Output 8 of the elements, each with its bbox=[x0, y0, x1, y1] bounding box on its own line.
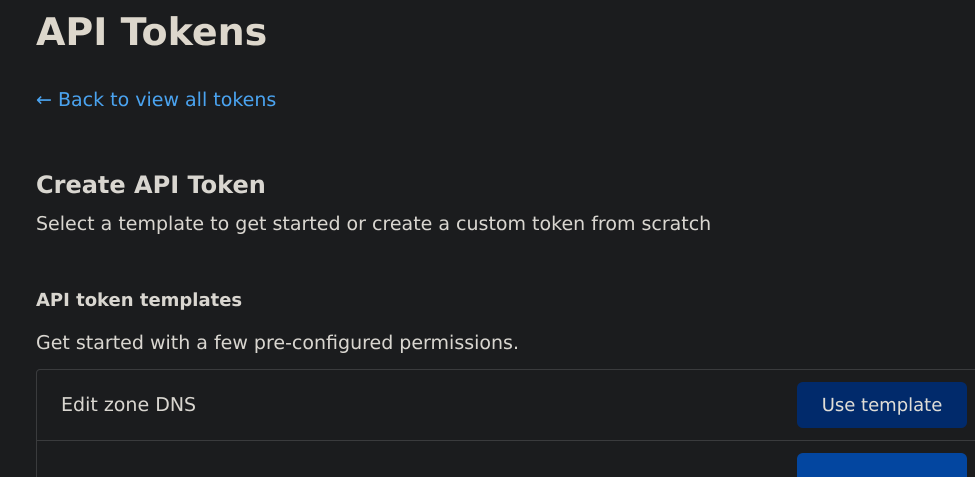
page-title: API Tokens bbox=[36, 9, 268, 56]
template-name: Edit zone DNS bbox=[61, 394, 196, 416]
use-template-button[interactable]: Use template bbox=[797, 382, 967, 428]
back-link[interactable]: ← Back to view all tokens bbox=[36, 88, 276, 112]
section-heading: Create API Token bbox=[36, 170, 267, 200]
subsection-description: Get started with a few pre-configured permissions. bbox=[36, 331, 520, 355]
section-description: Select a template to get started or create a custom token from scratch bbox=[36, 212, 712, 236]
subsection-heading: API token templates bbox=[36, 289, 244, 313]
